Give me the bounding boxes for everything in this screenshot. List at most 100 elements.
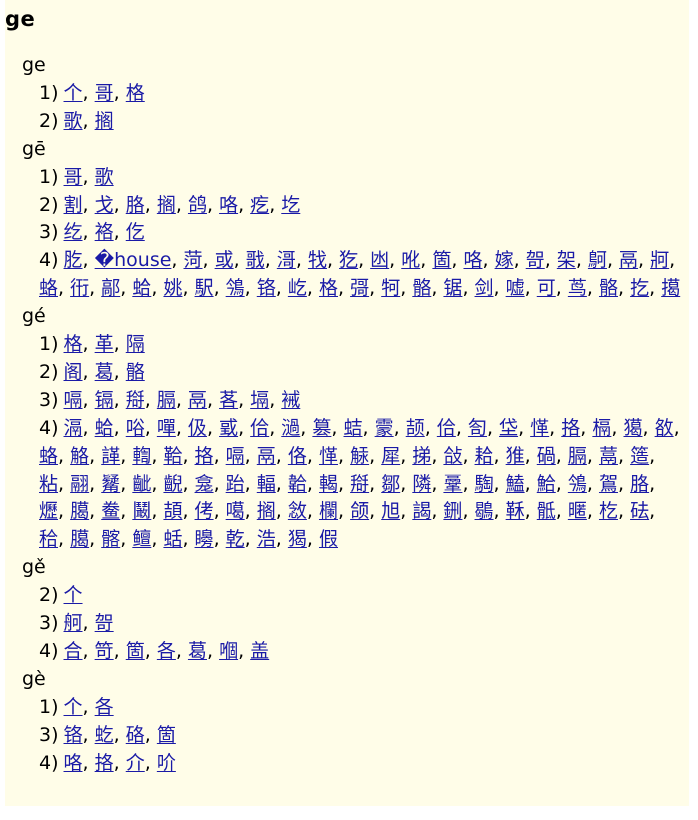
character-link[interactable]: 挌 [561, 417, 580, 439]
character-link[interactable]: 敆 [443, 445, 462, 467]
character-link[interactable]: 犀 [381, 445, 400, 467]
character-link[interactable]: 鞈 [163, 445, 182, 467]
character-link[interactable]: 嗝 [64, 389, 83, 411]
character-link[interactable]: 鴐 [599, 473, 618, 495]
character-link[interactable]: 菏 [184, 249, 203, 271]
character-link[interactable]: 硌 [126, 724, 145, 746]
character-link[interactable]: 搁 [95, 110, 114, 132]
character-link[interactable]: 浩 [257, 528, 276, 550]
character-link[interactable]: 粘 [39, 473, 58, 495]
character-link[interactable]: 愅 [319, 445, 338, 467]
character-link[interactable]: 鳣 [132, 528, 151, 550]
character-link[interactable]: 佫 [288, 445, 307, 467]
character-link[interactable]: 嗝 [226, 445, 245, 467]
character-link[interactable]: 騊 [475, 473, 494, 495]
character-link[interactable]: 旭 [381, 500, 400, 522]
character-link[interactable]: 牁 [650, 249, 669, 271]
character-link[interactable]: 阁 [64, 361, 83, 383]
character-link[interactable]: 嗰 [219, 640, 238, 662]
character-link[interactable]: 佮 [250, 417, 269, 439]
character-link[interactable]: 膈 [568, 445, 587, 467]
character-link[interactable]: 伋 [188, 417, 207, 439]
character-link[interactable]: 膈 [157, 389, 176, 411]
character-link[interactable]: 吪 [401, 249, 420, 271]
character-link[interactable]: 咯 [219, 194, 238, 216]
character-link[interactable]: 蛒 [39, 445, 58, 467]
character-link[interactable]: 鞷 [443, 473, 462, 495]
character-link[interactable]: 鬫 [132, 500, 151, 522]
character-link[interactable]: 龛 [195, 473, 214, 495]
character-link[interactable]: 格 [126, 82, 145, 104]
character-link[interactable]: 纥 [64, 221, 83, 243]
character-link[interactable]: 格 [64, 333, 83, 355]
character-link[interactable]: 咯 [463, 249, 482, 271]
character-link[interactable]: 搿 [126, 389, 145, 411]
character-link[interactable]: 颉 [406, 417, 425, 439]
character-link[interactable]: 犵 [339, 249, 358, 271]
character-link[interactable]: 戈 [95, 194, 114, 216]
character-link[interactable]: 謁 [412, 500, 431, 522]
character-link[interactable]: 頡 [163, 500, 182, 522]
character-link[interactable]: 胳 [630, 473, 649, 495]
character-link[interactable]: 骼 [412, 277, 431, 299]
character-link[interactable]: 哿 [526, 249, 545, 271]
character-link[interactable]: 欄 [319, 500, 338, 522]
character-link[interactable]: 獦 [623, 417, 642, 439]
character-link[interactable]: 各 [95, 696, 114, 718]
character-link[interactable]: 齯 [163, 473, 182, 495]
character-link[interactable]: 介 [126, 752, 145, 774]
character-link[interactable]: 个 [64, 82, 83, 104]
character-link[interactable]: 爏 [39, 500, 58, 522]
character-link[interactable]: 骼 [126, 361, 145, 383]
character-link[interactable]: 茑 [568, 277, 587, 299]
character-link[interactable]: 疙 [250, 194, 269, 216]
character-link[interactable]: 格 [319, 277, 338, 299]
character-link[interactable]: 歌 [95, 166, 114, 188]
character-link[interactable]: 乾 [226, 528, 245, 550]
character-link[interactable]: 齜 [132, 473, 151, 495]
character-link[interactable]: 髂 [101, 528, 120, 550]
character-link[interactable]: 镉 [95, 389, 114, 411]
character-link[interactable]: 哿 [95, 612, 114, 634]
character-link[interactable]: 猚 [506, 445, 525, 467]
character-link[interactable]: 耠 [475, 445, 494, 467]
character-link[interactable]: 骶 [537, 500, 556, 522]
character-link[interactable]: 挮 [412, 445, 431, 467]
character-link[interactable]: 鳹 [226, 277, 245, 299]
character-link[interactable]: 矏 [195, 528, 214, 550]
character-link[interactable]: 箇 [126, 640, 145, 662]
character-link[interactable]: 敜 [288, 500, 307, 522]
character-link[interactable]: 鮯 [537, 473, 556, 495]
character-link[interactable]: 割 [64, 194, 83, 216]
character-link[interactable]: 隔 [126, 333, 145, 355]
character-link[interactable]: 衎 [70, 277, 89, 299]
character-link[interactable]: 戜 [219, 417, 238, 439]
character-link[interactable]: 葛 [95, 361, 114, 383]
character-link[interactable]: 骼 [599, 277, 618, 299]
character-link[interactable]: 鰪 [506, 473, 525, 495]
character-link[interactable]: 匌 [468, 417, 487, 439]
character-link[interactable]: 蛤 [95, 417, 114, 439]
character-link[interactable]: 嫁 [495, 249, 514, 271]
character-link[interactable]: 濄 [281, 417, 300, 439]
character-link[interactable]: 搁 [257, 500, 276, 522]
character-link[interactable]: 牫 [308, 249, 327, 271]
character-link[interactable]: 輵 [319, 473, 338, 495]
character-link[interactable]: 哥 [95, 82, 114, 104]
character-link[interactable]: 姚 [163, 277, 182, 299]
character-link[interactable]: 觡 [70, 445, 89, 467]
character-link[interactable]: 嘽 [157, 417, 176, 439]
character-link[interactable]: 搿 [350, 473, 369, 495]
character-link[interactable]: 茖 [219, 389, 238, 411]
character-link[interactable]: 鬲 [188, 389, 207, 411]
character-link[interactable]: 愅 [530, 417, 549, 439]
character-link[interactable]: 铬 [257, 277, 276, 299]
character-link[interactable]: 吤 [157, 752, 176, 774]
character-link[interactable]: 鞂 [506, 500, 525, 522]
character-link[interactable]: 挌 [95, 752, 114, 774]
character-link[interactable]: 諽 [101, 445, 120, 467]
character-link[interactable]: 肐 [64, 249, 83, 271]
character-link[interactable]: 臈 [70, 528, 89, 550]
character-link[interactable]: 葛 [188, 640, 207, 662]
character-link[interactable]: 佮 [437, 417, 456, 439]
